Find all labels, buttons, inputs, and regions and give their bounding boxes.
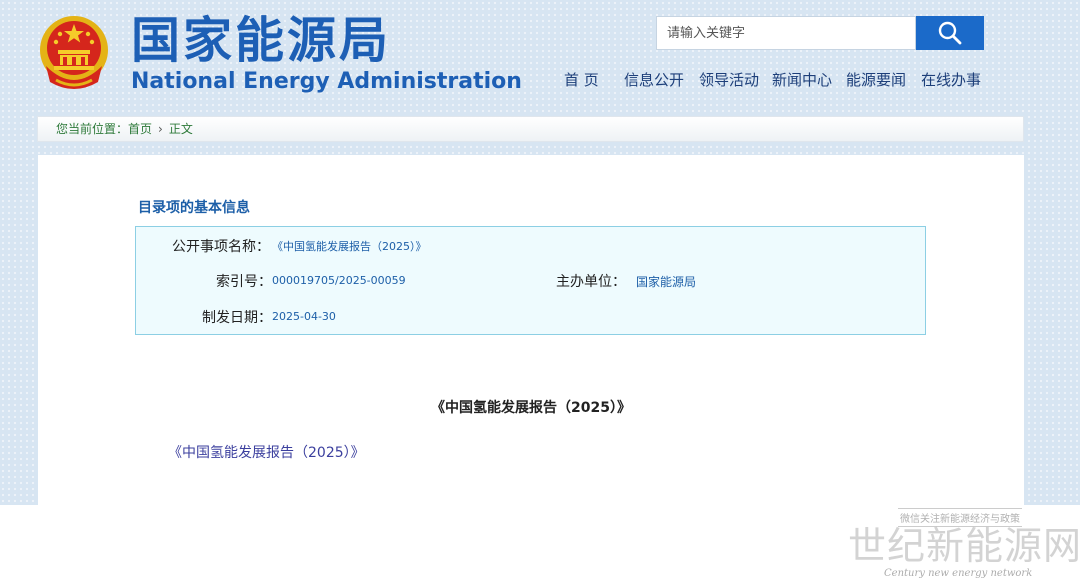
info-org-value: 国家能源局 [636,275,697,289]
info-name-value: 《中国氢能发展报告（2025）》 [272,240,427,253]
breadcrumb: 您当前位置：首页 › 正文 [37,116,1024,142]
nav-item-energy-news[interactable]: 能源要闻 [846,70,906,90]
watermark-logo-text: 世纪新能源网 [848,524,1080,568]
info-name-label: 公开事项名称： [172,239,270,255]
info-index-label: 索引号： [216,274,272,290]
info-heading: 目录项的基本信息 [138,200,250,216]
main-content: 目录项的基本信息 公开事项名称： 《中国氢能发展报告（2025）》 索引号： 0… [38,155,1024,585]
nav-item-news-center[interactable]: 新闻中心 [772,70,832,90]
search-box [656,16,916,50]
info-box: 公开事项名称： 《中国氢能发展报告（2025）》 索引号： 000019705/… [135,226,926,335]
site-title-en: National Energy Administration [131,69,522,94]
breadcrumb-separator: › [158,122,163,136]
nav-item-info-disclosure[interactable]: 信息公开 [624,70,684,90]
breadcrumb-home-link[interactable]: 首页 [128,122,152,136]
nav-item-home[interactable]: 首 页 [564,70,599,90]
watermark-english: Century new energy network [884,568,1033,579]
attachment-link[interactable]: 《中国氢能发展报告（2025）》 [168,442,365,462]
article-title: 《中国氢能发展报告（2025）》 [431,400,631,416]
site-title-cn: 国家能源局 [131,12,392,69]
search-input[interactable] [657,17,915,49]
info-org-label: 主办单位： [556,274,626,290]
nav-item-leader-activities[interactable]: 领导活动 [699,70,759,90]
national-emblem-icon [40,16,108,89]
nav-item-online-services[interactable]: 在线办事 [921,70,981,90]
info-date-label: 制发日期： [202,310,272,326]
breadcrumb-current: 正文 [168,122,193,136]
info-date-value: 2025-04-30 [272,310,336,323]
search-button[interactable] [916,16,984,50]
info-index-value: 000019705/2025-00059 [272,274,406,287]
breadcrumb-prefix: 您当前位置： [56,122,129,136]
search-icon [938,21,962,45]
